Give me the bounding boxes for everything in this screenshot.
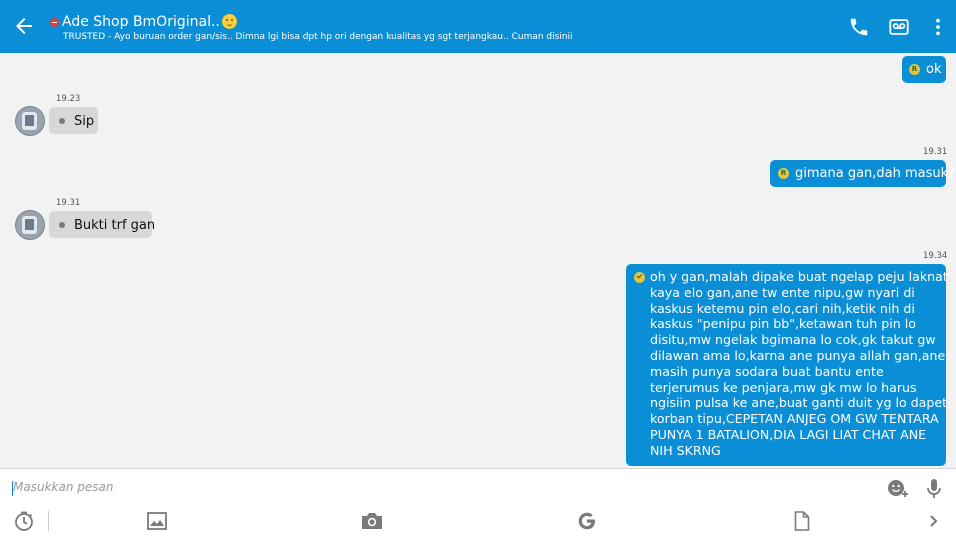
- camera-icon[interactable]: [361, 512, 383, 530]
- message-dot-icon: [59, 118, 65, 124]
- read-status-icon: R: [778, 168, 789, 179]
- message-bubble-incoming[interactable]: Bukti trf gan: [49, 211, 156, 238]
- message-text: Sip: [74, 114, 95, 129]
- message-time: 19.31: [56, 198, 81, 208]
- message-bubble-outgoing[interactable]: R gimana gan,dah masuk?: [770, 160, 955, 187]
- message-composer: Masukkan pesan: [0, 468, 956, 537]
- message-text: oh y gan,malah dipake buat ngelap peju l…: [650, 269, 948, 458]
- timer-icon[interactable]: [13, 510, 35, 532]
- voicemail-icon[interactable]: [888, 16, 910, 38]
- contact-status-message: TRUSTED - Ayo buruan order gan/sis.. Dim…: [63, 32, 573, 42]
- chat-area[interactable]: R ok 19.23 Sip 19.31 R gimana gan,dah ma…: [0, 53, 956, 468]
- contact-name: Ade Shop BmOriginal..: [62, 14, 220, 30]
- message-bubble-outgoing[interactable]: oh y gan,malah dipake buat ngelap peju l…: [626, 264, 948, 466]
- back-arrow-icon[interactable]: [12, 14, 36, 38]
- message-text: gimana gan,dah masuk?: [795, 166, 956, 181]
- top-app-bar: Ade Shop BmOriginal.. TRUSTED - Ayo buru…: [0, 0, 956, 53]
- message-text: ok: [926, 62, 942, 77]
- contact-avatar[interactable]: [15, 106, 45, 136]
- message-time: 19.23: [56, 94, 81, 104]
- dnd-status-icon: [50, 17, 59, 27]
- emoji-add-icon[interactable]: [886, 477, 910, 499]
- message-time: 19.31: [923, 147, 948, 157]
- gallery-icon[interactable]: [147, 512, 167, 530]
- message-bubble-outgoing[interactable]: R ok: [902, 56, 946, 83]
- toolbar-divider: [48, 511, 49, 531]
- message-bubble-incoming[interactable]: Sip: [49, 107, 98, 134]
- chevron-right-icon[interactable]: [928, 514, 940, 528]
- check-status-icon: [634, 272, 645, 283]
- mic-icon[interactable]: [926, 477, 942, 501]
- emoji-icon: [221, 13, 237, 29]
- file-icon[interactable]: [794, 511, 810, 531]
- message-text: Bukti trf gan: [74, 218, 156, 233]
- contact-title[interactable]: Ade Shop BmOriginal..: [50, 12, 237, 32]
- message-dot-icon: [59, 222, 65, 228]
- more-vert-icon[interactable]: [928, 16, 948, 38]
- message-time: 19.34: [923, 251, 948, 261]
- phone-icon[interactable]: [848, 16, 870, 38]
- read-status-icon: R: [909, 64, 920, 75]
- message-input[interactable]: Masukkan pesan: [13, 480, 113, 494]
- contact-avatar[interactable]: [15, 210, 45, 240]
- google-icon[interactable]: [577, 511, 597, 531]
